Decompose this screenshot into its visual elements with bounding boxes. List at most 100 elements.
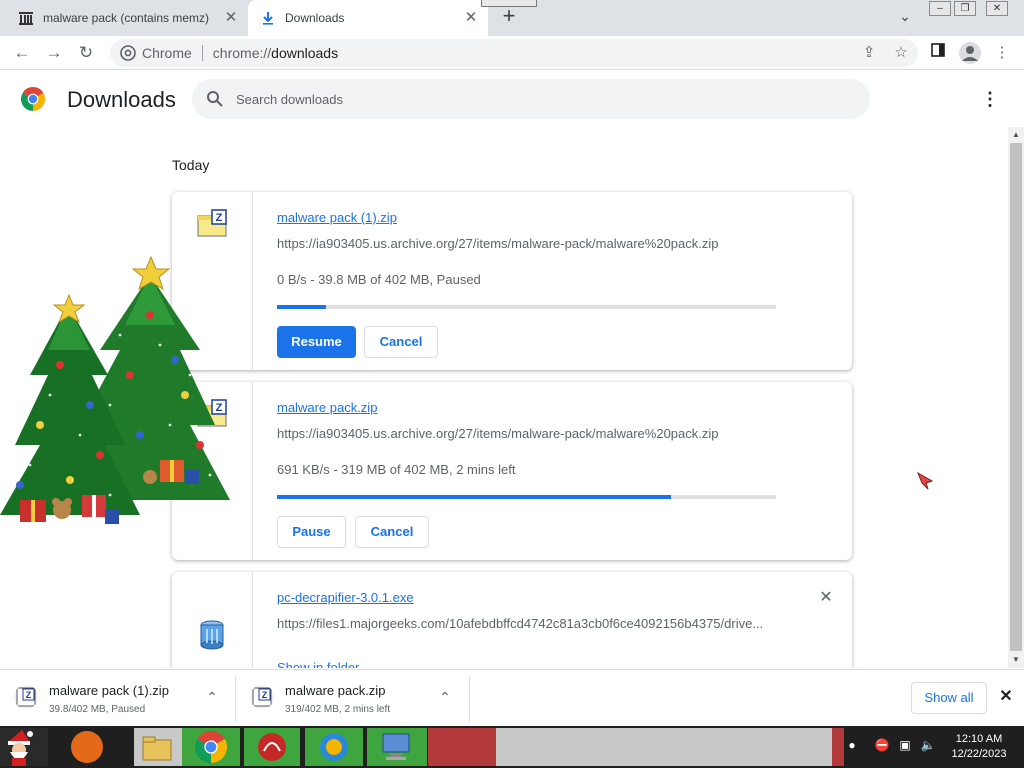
taskbar: ● ⛔ ▣ 🔈 12:10 AM 12/22/2023	[0, 726, 1024, 768]
app-taskbar-button[interactable]	[305, 728, 363, 766]
download-card: Z malware pack.zip https://ia903405.us.a…	[172, 382, 852, 560]
resume-button[interactable]: Resume	[277, 326, 356, 358]
file-name-link[interactable]: malware pack (1).zip	[277, 210, 397, 225]
download-status: 0 B/s - 39.8 MB of 402 MB, Paused	[277, 272, 481, 287]
profile-avatar[interactable]	[959, 42, 981, 64]
app-taskbar-button[interactable]	[244, 728, 300, 766]
browser-app-icon	[320, 733, 348, 761]
network-error-icon[interactable]: ⛔	[874, 738, 890, 754]
shelf-file-status: 39.8/402 MB, Paused	[49, 704, 146, 715]
svg-text:Z: Z	[262, 690, 268, 700]
glitch-block	[496, 728, 832, 766]
file-name-link[interactable]: pc-decrapifier-3.0.1.exe	[277, 590, 414, 605]
bookmark-star-icon[interactable]: ☆	[892, 43, 910, 63]
progress-bar	[277, 305, 776, 309]
side-panel-icon[interactable]	[927, 43, 949, 65]
tab-title: malware pack (contains memz) :	[43, 11, 213, 25]
url-text: chrome://downloads	[212, 45, 339, 61]
tray-dot-icon[interactable]: ●	[844, 738, 860, 754]
chrome-taskbar-button[interactable]	[182, 728, 240, 766]
source-url[interactable]: https://ia903405.us.archive.org/27/items…	[277, 426, 719, 441]
download-icon	[260, 10, 276, 26]
glitch-block	[428, 728, 496, 766]
close-window-button[interactable]: ✕	[986, 1, 1008, 16]
download-card: pc-decrapifier-3.0.1.exe https://files1.…	[172, 572, 852, 668]
more-actions-icon[interactable]: ⋮	[980, 88, 1000, 110]
downloads-list: Today Z malware pack (1).zip https://ia9…	[0, 127, 1008, 668]
scroll-down-arrow-icon[interactable]: ▼	[1008, 652, 1024, 668]
browser-toolbar: ← → ↻ Chrome chrome://downloads ⇪ ☆ ⋮	[0, 36, 1024, 70]
remove-from-list-icon[interactable]: ✕	[818, 590, 834, 606]
source-url[interactable]: https://ia903405.us.archive.org/27/items…	[277, 236, 719, 251]
firefox-icon[interactable]	[71, 731, 103, 763]
archive-org-icon	[18, 10, 34, 26]
computer-app-icon	[382, 733, 410, 760]
reload-button[interactable]: ↻	[74, 41, 98, 65]
scrollbar-thumb[interactable]	[1010, 143, 1022, 651]
shelf-item[interactable]: Z malware pack (1).zip 39.8/402 MB, Paus…	[0, 676, 236, 722]
address-bar[interactable]: Chrome chrome://downloads ⇪ ☆	[110, 39, 918, 67]
tab-search-icon[interactable]: ⌄	[895, 8, 915, 28]
shelf-file-name: malware pack.zip	[285, 683, 386, 698]
minimize-button[interactable]: –	[929, 1, 951, 16]
tab-close-icon[interactable]: ✕	[462, 9, 480, 27]
search-box[interactable]	[192, 79, 870, 119]
clock-date: 12/22/2023	[951, 748, 1007, 760]
omnibox-actions: ⇪ ☆	[860, 43, 910, 63]
downloads-header: Downloads ⋮	[0, 71, 1024, 127]
tab-title: Downloads	[285, 11, 345, 25]
scroll-up-arrow-icon[interactable]: ▲	[1008, 127, 1024, 143]
zip-file-icon: Z	[14, 685, 38, 709]
progress-bar	[277, 495, 776, 499]
cancel-button[interactable]: Cancel	[364, 326, 438, 358]
back-button[interactable]: ←	[10, 41, 34, 65]
tab-close-icon[interactable]: ✕	[222, 9, 240, 27]
chevron-up-icon[interactable]: ⌃	[203, 689, 221, 707]
zip-file-icon: Z	[197, 209, 227, 237]
search-input[interactable]	[236, 91, 836, 107]
page-title: Downloads	[67, 87, 176, 112]
shelf-file-status: 319/402 MB, 2 mins left	[285, 704, 391, 715]
show-all-button[interactable]: Show all	[911, 682, 987, 714]
download-card: Z malware pack (1).zip https://ia903405.…	[172, 192, 852, 370]
restore-button[interactable]: ❐	[954, 1, 976, 16]
new-tab-button[interactable]: +	[497, 5, 521, 29]
taskbar-clock[interactable]: 12:10 AM 12/22/2023	[940, 732, 1018, 762]
shelf-item[interactable]: Z malware pack.zip 319/402 MB, 2 mins le…	[236, 676, 470, 722]
zip-file-icon: Z	[250, 685, 274, 709]
chrome-label: Chrome	[142, 45, 192, 61]
chrome-icon	[194, 731, 228, 763]
share-icon[interactable]: ⇪	[860, 43, 878, 63]
svg-text:Z: Z	[26, 690, 32, 700]
tab-downloads[interactable]: Downloads ✕	[248, 0, 488, 36]
download-shelf: Z malware pack (1).zip 39.8/402 MB, Paus…	[0, 669, 1024, 726]
chevron-up-icon[interactable]: ⌃	[436, 689, 454, 707]
chrome-menu-icon[interactable]: ⋮	[991, 43, 1013, 65]
glitch-block	[832, 728, 844, 766]
folder-icon	[142, 736, 172, 761]
source-url[interactable]: https://files1.majorgeeks.com/10afebdbff…	[277, 616, 763, 631]
network-icon[interactable]: ▣	[897, 738, 913, 754]
forward-button[interactable]: →	[42, 41, 66, 65]
tab-malware-pack[interactable]: malware pack (contains memz) : ✕	[0, 0, 248, 36]
file-explorer-button[interactable]	[134, 728, 182, 766]
cancel-button[interactable]: Cancel	[355, 516, 429, 548]
page-scrollbar[interactable]: ▲ ▼	[1008, 127, 1024, 668]
start-button[interactable]	[0, 728, 48, 766]
mouse-cursor-icon	[917, 471, 934, 490]
file-name-link[interactable]: malware pack.zip	[277, 400, 377, 415]
chrome-logo-icon	[21, 87, 45, 111]
svg-text:Z: Z	[216, 212, 223, 224]
show-in-folder-link[interactable]: Show in folder	[277, 660, 359, 668]
exe-file-icon	[200, 620, 224, 650]
christmas-tree-overlay	[0, 255, 230, 524]
pause-button[interactable]: Pause	[277, 516, 346, 548]
app-taskbar-button[interactable]	[367, 728, 427, 766]
volume-icon[interactable]: 🔈	[920, 738, 936, 754]
search-icon	[207, 91, 223, 107]
download-status: 691 KB/s - 319 MB of 402 MB, 2 mins left	[277, 462, 516, 477]
close-shelf-icon[interactable]: ✕	[996, 687, 1016, 707]
santa-icon	[8, 730, 33, 766]
tab-strip: malware pack (contains memz) : ✕ Downloa…	[0, 0, 1024, 36]
shelf-file-name: malware pack (1).zip	[49, 683, 169, 698]
